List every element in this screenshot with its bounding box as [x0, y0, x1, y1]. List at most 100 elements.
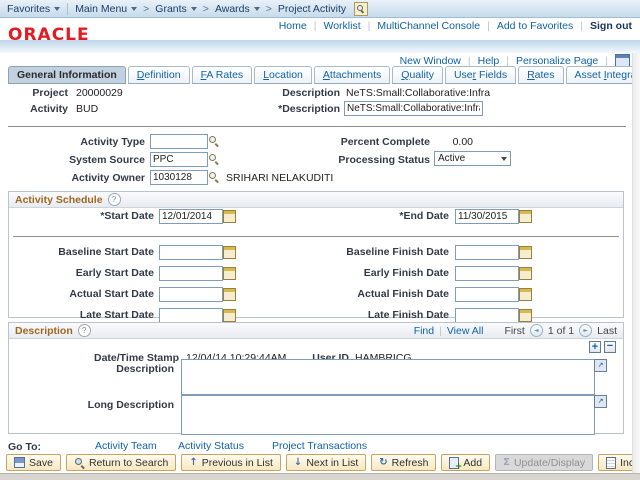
save-button[interactable]: Save	[6, 454, 61, 471]
description-input[interactable]	[344, 101, 483, 116]
description-group: Description Find | View All First 1 of 1…	[8, 322, 624, 434]
activity-row: Activity BUD *Description	[0, 102, 632, 117]
activity-owner-input[interactable]	[150, 170, 208, 185]
activity-type-row: Activity Type Percent Complete 0.00	[0, 135, 632, 150]
multichannel-console-link[interactable]: MultiChannel Console	[377, 20, 480, 32]
activity-type-input[interactable]	[150, 134, 208, 149]
calendar-icon[interactable]	[223, 267, 236, 280]
calendar-icon[interactable]	[519, 246, 532, 259]
link-separator: |	[487, 20, 490, 32]
refresh-icon: ↻	[379, 458, 387, 468]
tab-location[interactable]: Location	[254, 66, 312, 84]
previous-row-icon[interactable]	[530, 324, 543, 337]
button-label: Update/Display	[514, 457, 585, 469]
tab-quality[interactable]: Quality	[392, 66, 443, 84]
search-icon	[74, 457, 85, 468]
previous-in-list-button[interactable]: ↑Previous in List	[181, 454, 281, 471]
goto-project-transactions-link[interactable]: Project Transactions	[272, 440, 367, 452]
start-date-input[interactable]	[159, 209, 223, 224]
menu-main-menu[interactable]: Main Menu	[75, 3, 137, 15]
description-textarea[interactable]	[181, 359, 595, 395]
calendar-icon[interactable]	[519, 210, 532, 223]
link-separator: |	[368, 20, 371, 32]
search-icon[interactable]	[354, 2, 368, 16]
percent-complete-label: Percent Complete	[288, 136, 430, 148]
help-icon[interactable]	[108, 193, 121, 206]
description-label: Description	[240, 87, 340, 99]
tab-rates[interactable]: Rates	[518, 66, 563, 84]
tab-fa-rates[interactable]: FA Rates	[192, 66, 253, 84]
goto-activity-status-link[interactable]: Activity Status	[178, 440, 244, 452]
baseline-start-date-input[interactable]	[159, 245, 223, 260]
menu-divider	[67, 3, 68, 15]
menu-awards[interactable]: Awards	[215, 3, 260, 15]
baseline-finish-date-input[interactable]	[455, 245, 519, 260]
long-description-textarea[interactable]	[181, 395, 595, 435]
early-finish-date-input[interactable]	[455, 266, 519, 281]
help-icon[interactable]	[78, 324, 91, 337]
tab-asset-integration-rules[interactable]: Asset Integration Rules	[566, 66, 640, 84]
expand-icon[interactable]	[594, 395, 607, 408]
link-separator: |	[506, 55, 509, 67]
actual-finish-date-input[interactable]	[455, 287, 519, 302]
early-start-date-input[interactable]	[159, 266, 223, 281]
description-value: NeTS:Small:Collaborative:Infra	[346, 87, 490, 99]
calendar-icon[interactable]	[519, 267, 532, 280]
processing-status-value: Active	[438, 153, 465, 164]
system-source-label: System Source	[0, 154, 145, 166]
processing-status-select[interactable]: Active	[434, 151, 511, 166]
goto-activity-team-link[interactable]: Activity Team	[95, 440, 157, 452]
tab-definition[interactable]: Definition	[128, 66, 190, 84]
calendar-icon[interactable]	[223, 309, 236, 322]
personalize-page-link[interactable]: Personalize Page	[516, 55, 598, 67]
menu-label: Awards	[215, 3, 250, 15]
button-label: Previous in List	[202, 457, 273, 469]
new-window-link[interactable]: New Window	[400, 55, 461, 67]
help-link[interactable]: Help	[478, 55, 500, 67]
tab-general-information[interactable]: General Information	[8, 66, 126, 84]
activity-value: BUD	[76, 103, 98, 115]
view-all-link[interactable]: View All	[447, 325, 484, 337]
calendar-icon[interactable]	[223, 210, 236, 223]
system-source-input[interactable]	[150, 152, 208, 167]
project-label: Project	[0, 87, 68, 99]
favorites-menu[interactable]: Favorites	[7, 3, 60, 15]
end-date-input[interactable]	[455, 209, 519, 224]
calendar-icon[interactable]	[519, 288, 532, 301]
chevron-down-icon	[131, 7, 137, 11]
lookup-icon[interactable]	[208, 171, 220, 183]
tab-user-fields[interactable]: User Fields	[445, 66, 516, 84]
calendar-icon[interactable]	[519, 309, 532, 322]
calendar-icon[interactable]	[223, 246, 236, 259]
worklist-link[interactable]: Worklist	[323, 20, 360, 32]
next-in-list-button[interactable]: ↓Next in List	[286, 454, 366, 471]
next-row-icon[interactable]	[579, 324, 592, 337]
breadcrumb-separator: >	[203, 3, 209, 15]
button-label: Refresh	[392, 457, 429, 469]
add-button[interactable]: Add	[441, 454, 490, 471]
lookup-icon[interactable]	[208, 153, 220, 165]
expand-icon[interactable]	[594, 359, 607, 372]
tab-attachments[interactable]: Attachments	[314, 66, 390, 84]
goto-label: Go To:	[8, 441, 58, 453]
refresh-button[interactable]: ↻ Refresh	[371, 454, 436, 471]
scrollbar[interactable]	[632, 53, 640, 473]
chevron-down-icon	[191, 7, 197, 11]
late-finish-date-input[interactable]	[455, 308, 519, 323]
button-label: Save	[29, 457, 53, 469]
update-display-button: Σ Update/Display	[495, 454, 593, 471]
lookup-icon[interactable]	[208, 135, 220, 147]
add-to-favorites-link[interactable]: Add to Favorites	[497, 20, 573, 32]
find-link[interactable]: Find	[414, 325, 434, 337]
menu-grants[interactable]: Grants	[155, 3, 197, 15]
link-separator: |	[605, 55, 608, 67]
return-to-search-button[interactable]: Return to Search	[66, 454, 176, 471]
sign-out-link[interactable]: Sign out	[590, 20, 632, 32]
actual-start-date-input[interactable]	[159, 287, 223, 302]
sigma-icon: Σ	[503, 458, 510, 468]
home-link[interactable]: Home	[279, 20, 307, 32]
calendar-icon[interactable]	[223, 288, 236, 301]
processing-status-label: Processing Status	[288, 154, 430, 166]
favorites-label: Favorites	[7, 3, 50, 15]
late-start-date-input[interactable]	[159, 308, 223, 323]
